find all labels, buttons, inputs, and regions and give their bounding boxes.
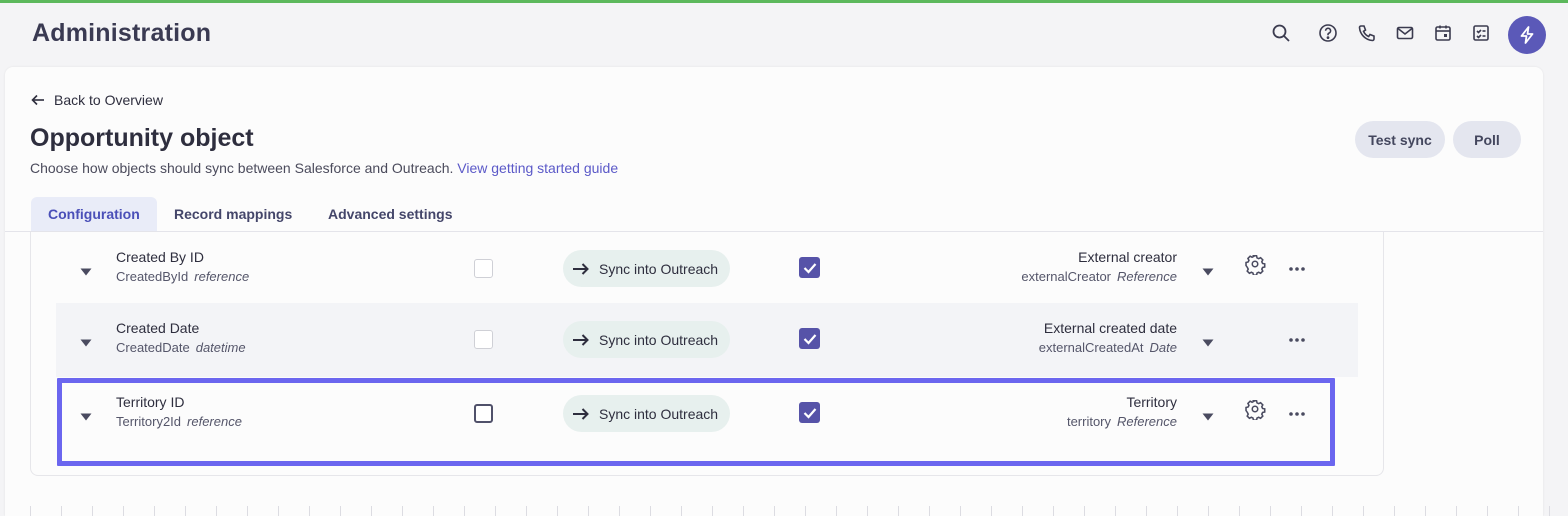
outreach-field-api: externalCreator Reference (1021, 269, 1177, 284)
bolt-button[interactable] (1508, 16, 1546, 54)
expand-caret-icon[interactable] (80, 263, 92, 276)
outreach-field-name: External creator (1078, 249, 1177, 265)
bolt-icon (1520, 26, 1534, 44)
arrow-left-icon (31, 94, 44, 106)
checkbox-checked[interactable] (799, 328, 820, 349)
tab-advanced-settings[interactable]: Advanced settings (311, 197, 469, 231)
sync-label: Sync into Outreach (599, 260, 719, 277)
phone-icon[interactable] (1356, 22, 1378, 44)
gear-icon[interactable] (1244, 253, 1268, 277)
more-options-icon[interactable] (1288, 330, 1308, 344)
more-options-icon[interactable] (1288, 259, 1308, 273)
checkbox[interactable] (474, 259, 493, 278)
table-row: Created Date CreatedDate datetime Sync in… (56, 303, 1358, 377)
app-title: Administration (32, 19, 212, 47)
arrow-right-icon (573, 262, 589, 275)
page-subtitle: Choose how objects should sync between S… (30, 160, 618, 176)
outreach-field-dropdown-icon[interactable] (1202, 263, 1214, 276)
field-name: Created By ID (116, 249, 204, 265)
table-row: Created By ID CreatedById reference Sync … (56, 232, 1358, 306)
tab-record-mappings[interactable]: Record mappings (157, 197, 309, 231)
sync-label: Sync into Outreach (599, 331, 719, 348)
arrow-right-icon (573, 333, 589, 346)
mail-icon[interactable] (1394, 22, 1416, 44)
calendar-icon[interactable] (1432, 22, 1454, 44)
back-label: Back to Overview (54, 92, 163, 108)
page-title: Opportunity object (30, 124, 254, 152)
tasks-icon[interactable] (1470, 22, 1492, 44)
check-icon (803, 262, 816, 274)
subtitle-text: Choose how objects should sync between S… (30, 160, 454, 176)
field-api: CreatedDate datetime (116, 340, 246, 355)
search-icon[interactable] (1270, 22, 1292, 44)
help-icon[interactable] (1317, 22, 1339, 44)
top-bar: Administration (0, 3, 1568, 65)
tab-configuration[interactable]: Configuration (31, 197, 157, 231)
expand-caret-icon[interactable] (80, 334, 92, 347)
field-api: CreatedById reference (116, 269, 250, 284)
back-to-overview-link[interactable]: Back to Overview (30, 92, 163, 108)
outreach-field-dropdown-icon[interactable] (1202, 334, 1214, 347)
poll-button[interactable]: Poll (1453, 121, 1521, 158)
outreach-field-name: External created date (1043, 320, 1177, 336)
check-icon (803, 333, 816, 345)
field-name: Created Date (116, 320, 200, 336)
test-sync-button[interactable]: Test sync (1355, 121, 1445, 158)
bottom-tick-marks (0, 506, 1568, 516)
sync-direction-button[interactable]: Sync into Outreach (563, 321, 730, 358)
outreach-field-api: externalCreatedAt Date (1038, 340, 1177, 355)
sync-direction-button[interactable]: Sync into Outreach (563, 250, 730, 287)
getting-started-guide-link[interactable]: View getting started guide (457, 160, 618, 176)
checkbox-checked[interactable] (799, 257, 820, 278)
checkbox[interactable] (474, 330, 493, 349)
highlight-box (57, 378, 1335, 466)
